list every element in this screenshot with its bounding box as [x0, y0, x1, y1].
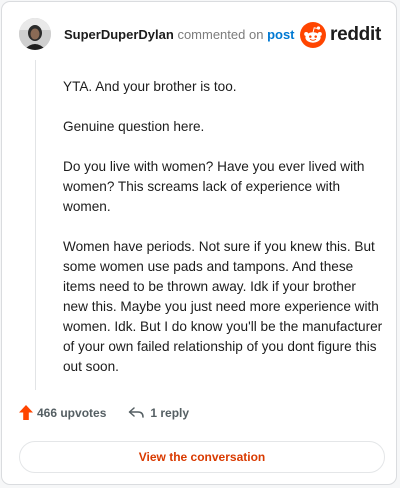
comment-paragraph: Women have periods. Not sure if you knew…	[63, 239, 383, 374]
reddit-wordmark: reddit	[330, 24, 381, 45]
view-conversation-button[interactable]: View the conversation	[19, 441, 385, 473]
reply-count: 1 reply	[150, 405, 190, 420]
reply-arrow-icon	[129, 406, 145, 418]
reddit-logo-icon	[300, 22, 327, 48]
post-link[interactable]: post	[267, 27, 294, 42]
reply-button[interactable]: 1 reply	[128, 406, 189, 420]
comment-paragraph: Genuine question here.	[63, 119, 205, 134]
upvote-button[interactable]: 466 upvotes	[19, 405, 106, 420]
reddit-brand[interactable]: reddit	[300, 22, 381, 48]
comment-paragraph: YTA. And your brother is too.	[63, 79, 237, 94]
action-text: commented on	[177, 27, 264, 42]
comment-paragraph: Do you live with women? Have you ever li…	[63, 159, 365, 214]
avatar[interactable]	[19, 18, 51, 50]
avatar-image	[19, 18, 51, 50]
comment-header: SuperDuperDylan commented on post	[64, 27, 295, 42]
comment-body: YTA. And your brother is too. Genuine qu…	[63, 77, 383, 397]
username-link[interactable]: SuperDuperDylan	[64, 27, 174, 42]
upvote-count: 466 upvotes	[37, 405, 107, 420]
embedded-comment-card: SuperDuperDylan commented on post reddit…	[1, 1, 397, 485]
comment-actions: 466 upvotes 1 reply	[19, 405, 189, 420]
upvote-arrow-icon	[19, 405, 33, 420]
thread-line	[35, 60, 36, 390]
